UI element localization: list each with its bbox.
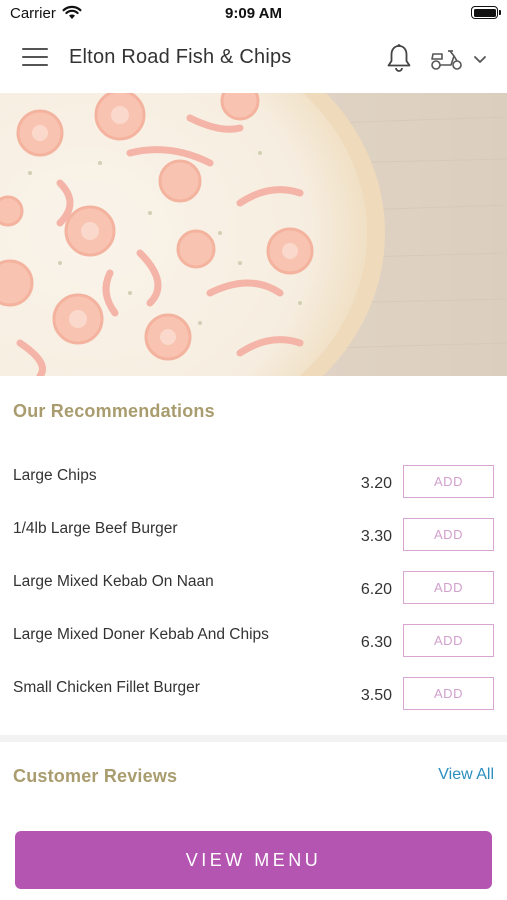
item-name: 1/4lb Large Beef Burger xyxy=(13,520,178,537)
item-price: 3.20 xyxy=(360,475,392,492)
add-button[interactable]: ADD xyxy=(403,571,494,604)
item-price: 6.30 xyxy=(360,634,392,651)
menu-icon-line xyxy=(22,64,48,66)
restaurant-title: Elton Road Fish & Chips xyxy=(69,46,292,68)
add-button[interactable]: ADD xyxy=(403,465,494,498)
menu-button[interactable] xyxy=(22,48,48,70)
menu-icon-line xyxy=(22,56,48,58)
battery-icon xyxy=(471,6,501,19)
item-name: Small Chicken Fillet Burger xyxy=(13,679,200,696)
recommendation-item: Small Chicken Fillet Burger 3.50 ADD xyxy=(0,677,507,730)
add-button[interactable]: ADD xyxy=(403,677,494,710)
clock: 9:09 AM xyxy=(225,5,282,22)
recommendation-item: Large Chips 3.20 ADD xyxy=(0,465,507,518)
chevron-down-icon[interactable] xyxy=(472,53,488,65)
add-button[interactable]: ADD xyxy=(403,518,494,551)
reviews-title: Customer Reviews xyxy=(13,766,178,786)
item-name: Large Mixed Kebab On Naan xyxy=(13,573,214,590)
recommendation-item: Large Mixed Kebab On Naan 6.20 ADD xyxy=(0,571,507,624)
recommendations-title: Our Recommendations xyxy=(13,401,215,421)
view-all-reviews-link[interactable]: View All xyxy=(438,766,494,784)
item-price: 6.20 xyxy=(360,581,392,598)
section-divider xyxy=(0,735,507,742)
status-bar: Carrier 9:09 AM xyxy=(0,0,507,26)
item-name: Large Mixed Doner Kebab And Chips xyxy=(13,626,269,643)
item-price: 3.50 xyxy=(360,687,392,704)
view-menu-button[interactable]: VIEW MENU xyxy=(15,831,492,889)
recommendation-item: 1/4lb Large Beef Burger 3.30 ADD xyxy=(0,518,507,571)
scooter-icon[interactable] xyxy=(429,45,465,73)
add-button[interactable]: ADD xyxy=(403,624,494,657)
bell-icon[interactable] xyxy=(385,43,413,73)
menu-icon-line xyxy=(22,48,48,50)
app-header: Elton Road Fish & Chips xyxy=(0,26,507,93)
recommendation-item: Large Mixed Doner Kebab And Chips 6.30 A… xyxy=(0,624,507,677)
hero-pizza-image xyxy=(0,93,507,376)
pizza-image xyxy=(0,93,507,376)
item-price: 3.30 xyxy=(360,528,392,545)
item-name: Large Chips xyxy=(13,467,97,484)
